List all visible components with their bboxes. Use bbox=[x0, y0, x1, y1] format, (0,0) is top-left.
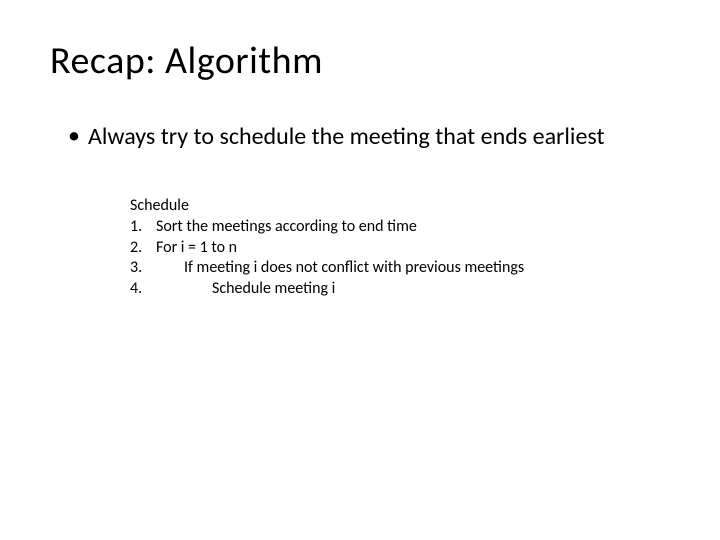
bullet-list: • Always try to schedule the meeting tha… bbox=[68, 122, 670, 152]
slide: Recap: Algorithm • Always try to schedul… bbox=[0, 0, 720, 540]
algorithm-heading: Schedule bbox=[130, 196, 670, 217]
algorithm-line: 1. Sort the meetings according to end ti… bbox=[130, 217, 670, 238]
algorithm-step-text: If meeting i does not conflict with prev… bbox=[156, 258, 524, 279]
algorithm-line: 2. For i = 1 to n bbox=[130, 238, 670, 259]
algorithm-line: 3. If meeting i does not conflict with p… bbox=[130, 258, 670, 279]
algorithm-block: Schedule 1. Sort the meetings according … bbox=[130, 196, 670, 300]
algorithm-line: 4. Schedule meeting i bbox=[130, 279, 670, 300]
algorithm-step-number: 3. bbox=[130, 258, 156, 279]
algorithm-step-number: 2. bbox=[130, 238, 156, 259]
algorithm-step-number: 4. bbox=[130, 279, 156, 300]
bullet-item: • Always try to schedule the meeting tha… bbox=[68, 122, 670, 152]
algorithm-step-text: Sort the meetings according to end time bbox=[156, 217, 417, 238]
algorithm-step-text: For i = 1 to n bbox=[156, 238, 237, 259]
algorithm-step-number: 1. bbox=[130, 217, 156, 238]
slide-title: Recap: Algorithm bbox=[50, 38, 670, 84]
bullet-text: Always try to schedule the meeting that … bbox=[88, 122, 605, 152]
bullet-marker-icon: • bbox=[68, 122, 80, 151]
algorithm-step-text: Schedule meeting i bbox=[156, 279, 335, 300]
